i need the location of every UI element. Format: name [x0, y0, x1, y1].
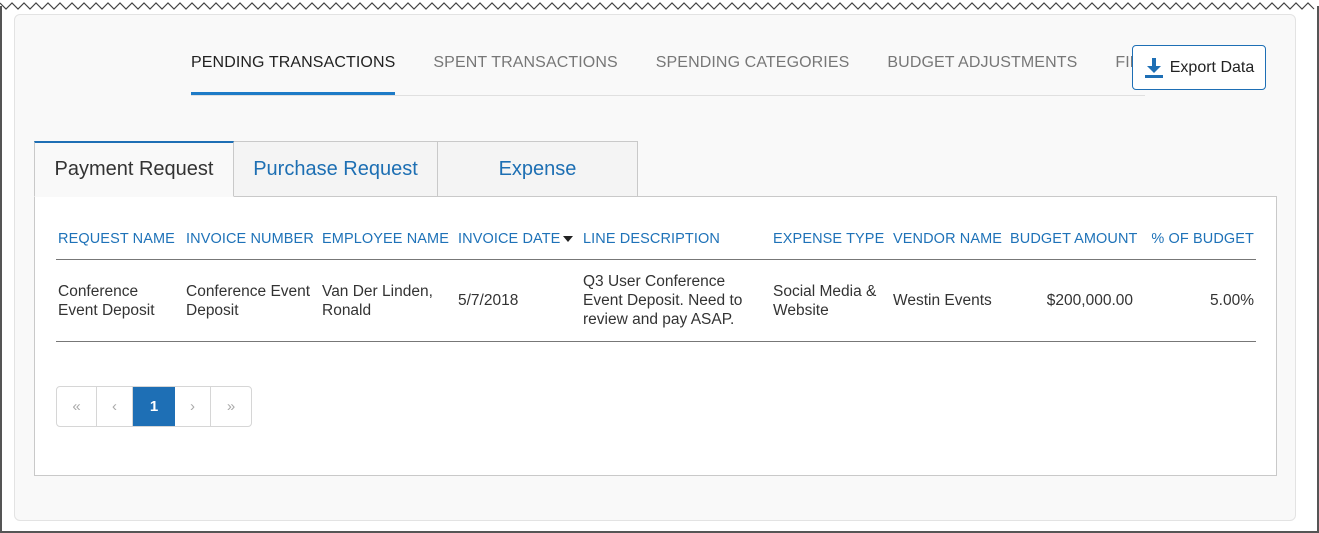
- request-type-tabs: Payment Request Purchase Request Expense: [34, 141, 638, 197]
- col-expense-type[interactable]: EXPENSE TYPE: [771, 219, 891, 260]
- col-employee-name[interactable]: EMPLOYEE NAME: [320, 219, 456, 260]
- transaction-tabs: PENDING TRANSACTIONS SPENT TRANSACTIONS …: [191, 15, 1145, 96]
- last-page-button[interactable]: »: [211, 387, 251, 426]
- cell-budget-amount: $200,000.00: [1008, 259, 1147, 342]
- col-invoice-date[interactable]: INVOICE DATE: [456, 219, 581, 260]
- cell-employee-name: Van Der Linden, Ronald: [320, 259, 456, 342]
- next-page-button[interactable]: ›: [175, 387, 211, 426]
- frame-left-border: [0, 6, 2, 533]
- page-1-button[interactable]: 1: [133, 387, 175, 426]
- col-invoice-date-label: INVOICE DATE: [458, 231, 561, 247]
- export-data-label: Export Data: [1169, 58, 1255, 76]
- download-icon: [1144, 57, 1163, 78]
- transactions-table: REQUEST NAME INVOICE NUMBER EMPLOYEE NAM…: [56, 219, 1256, 342]
- cell-request-name: Conference Event Deposit: [56, 259, 184, 342]
- cell-invoice-number: Conference Event Deposit: [184, 259, 320, 342]
- col-request-name[interactable]: REQUEST NAME: [56, 219, 184, 260]
- tab-spent-transactions[interactable]: SPENT TRANSACTIONS: [433, 15, 617, 95]
- cell-pct-of-budget: 5.00%: [1147, 259, 1256, 342]
- table-row[interactable]: Conference Event Deposit Conference Even…: [56, 259, 1256, 342]
- export-data-button[interactable]: Export Data: [1132, 45, 1266, 90]
- tab-pending-transactions[interactable]: PENDING TRANSACTIONS: [191, 15, 396, 95]
- col-budget-amount[interactable]: BUDGET AMOUNT: [1008, 219, 1147, 260]
- tab-payment-request[interactable]: Payment Request: [34, 141, 234, 197]
- col-vendor-name[interactable]: VENDOR NAME: [891, 219, 1008, 260]
- tab-spending-categories[interactable]: SPENDING CATEGORIES: [656, 15, 850, 95]
- cell-expense-type: Social Media & Website: [771, 259, 891, 342]
- torn-edge: [0, 2, 1315, 10]
- pagination: « ‹ 1 › »: [56, 386, 252, 427]
- prev-page-button[interactable]: ‹: [97, 387, 133, 426]
- payment-request-panel: REQUEST NAME INVOICE NUMBER EMPLOYEE NAM…: [34, 196, 1277, 476]
- first-page-button[interactable]: «: [57, 387, 97, 426]
- cell-invoice-date: 5/7/2018: [456, 259, 581, 342]
- tab-budget-adjustments[interactable]: BUDGET ADJUSTMENTS: [887, 15, 1077, 95]
- col-pct-of-budget[interactable]: % OF BUDGET: [1147, 219, 1256, 260]
- col-invoice-number[interactable]: INVOICE NUMBER: [184, 219, 320, 260]
- tab-expense[interactable]: Expense: [438, 141, 638, 197]
- tab-purchase-request[interactable]: Purchase Request: [234, 141, 438, 197]
- transactions-card: PENDING TRANSACTIONS SPENT TRANSACTIONS …: [14, 14, 1296, 521]
- col-line-description[interactable]: LINE DESCRIPTION: [581, 219, 771, 260]
- table-header-row: REQUEST NAME INVOICE NUMBER EMPLOYEE NAM…: [56, 219, 1256, 260]
- sort-desc-icon: [563, 236, 574, 243]
- cell-line-description: Q3 User Conference Event Deposit. Need t…: [581, 259, 771, 342]
- cell-vendor-name: Westin Events: [891, 259, 1008, 342]
